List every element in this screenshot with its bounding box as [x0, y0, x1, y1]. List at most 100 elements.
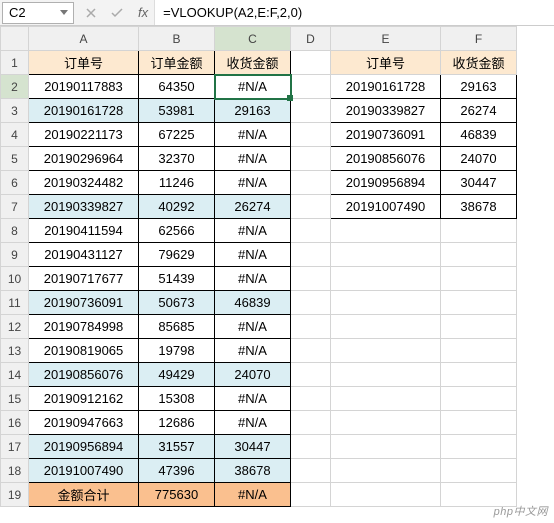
row-header-1[interactable]: 1: [1, 51, 29, 75]
cell-D10[interactable]: [291, 267, 331, 291]
row-header-7[interactable]: 7: [1, 195, 29, 219]
cell-order[interactable]: 20190339827: [29, 195, 139, 219]
cell-amount[interactable]: 49429: [139, 363, 215, 387]
header-amount[interactable]: 订单金额: [139, 51, 215, 75]
cell-D18[interactable]: [291, 459, 331, 483]
col-header-A[interactable]: A: [29, 27, 139, 51]
cell-amount[interactable]: 53981: [139, 99, 215, 123]
row-header-5[interactable]: 5: [1, 147, 29, 171]
name-box-dropdown-icon[interactable]: [57, 6, 71, 20]
lookup-header-recv[interactable]: 收货金额: [441, 51, 517, 75]
fx-icon[interactable]: fx: [138, 5, 148, 20]
cell-order[interactable]: 20190296964: [29, 147, 139, 171]
cell-amount[interactable]: 12686: [139, 411, 215, 435]
cell-E17[interactable]: [331, 435, 441, 459]
row-header-12[interactable]: 12: [1, 315, 29, 339]
cell-F12[interactable]: [441, 315, 517, 339]
cell-F13[interactable]: [441, 339, 517, 363]
cell-E13[interactable]: [331, 339, 441, 363]
cell-amount[interactable]: 15308: [139, 387, 215, 411]
row-header-6[interactable]: 6: [1, 171, 29, 195]
cell-recv[interactable]: 26274: [215, 195, 291, 219]
cell-amount[interactable]: 85685: [139, 315, 215, 339]
cell-D2[interactable]: [291, 75, 331, 99]
cell-E14[interactable]: [331, 363, 441, 387]
cell-order[interactable]: 20190856076: [29, 363, 139, 387]
row-header-16[interactable]: 16: [1, 411, 29, 435]
cell-recv[interactable]: #N/A: [215, 339, 291, 363]
cell-order[interactable]: 20190947663: [29, 411, 139, 435]
cell-order[interactable]: 20190736091: [29, 291, 139, 315]
cell-order[interactable]: 20190161728: [29, 99, 139, 123]
cell-recv[interactable]: 30447: [215, 435, 291, 459]
lookup-order[interactable]: 20190956894: [331, 171, 441, 195]
cell-amount[interactable]: 31557: [139, 435, 215, 459]
cell-F15[interactable]: [441, 387, 517, 411]
lookup-order[interactable]: 20190161728: [331, 75, 441, 99]
cell-amount[interactable]: 79629: [139, 243, 215, 267]
cell-E9[interactable]: [331, 243, 441, 267]
cell-order[interactable]: 20190431127: [29, 243, 139, 267]
cell-amount[interactable]: 11246: [139, 171, 215, 195]
cell-order[interactable]: 20190717677: [29, 267, 139, 291]
row-header-13[interactable]: 13: [1, 339, 29, 363]
cell-F11[interactable]: [441, 291, 517, 315]
lookup-order[interactable]: 20190736091: [331, 123, 441, 147]
cell-order[interactable]: 20190956894: [29, 435, 139, 459]
lookup-order[interactable]: 20190339827: [331, 99, 441, 123]
cell-D12[interactable]: [291, 315, 331, 339]
cell-D11[interactable]: [291, 291, 331, 315]
cell-amount[interactable]: 62566: [139, 219, 215, 243]
cancel-icon[interactable]: [82, 4, 100, 22]
cell-order[interactable]: 20190117883: [29, 75, 139, 99]
cell-D7[interactable]: [291, 195, 331, 219]
total-label[interactable]: 金额合计: [29, 483, 139, 507]
cell-E8[interactable]: [331, 219, 441, 243]
cell-order[interactable]: 20190221173: [29, 123, 139, 147]
cell-F17[interactable]: [441, 435, 517, 459]
lookup-recv[interactable]: 30447: [441, 171, 517, 195]
cell-recv[interactable]: #N/A: [215, 267, 291, 291]
lookup-recv[interactable]: 24070: [441, 147, 517, 171]
select-all-corner[interactable]: [1, 27, 29, 51]
lookup-recv[interactable]: 29163: [441, 75, 517, 99]
cell-recv[interactable]: 38678: [215, 459, 291, 483]
cell-recv[interactable]: #N/A: [215, 219, 291, 243]
row-header-11[interactable]: 11: [1, 291, 29, 315]
cell-D9[interactable]: [291, 243, 331, 267]
row-header-19[interactable]: 19: [1, 483, 29, 507]
cell-F9[interactable]: [441, 243, 517, 267]
row-header-9[interactable]: 9: [1, 243, 29, 267]
cell-D3[interactable]: [291, 99, 331, 123]
cell-amount[interactable]: 47396: [139, 459, 215, 483]
cell-recv[interactable]: #N/A: [215, 171, 291, 195]
cell-amount[interactable]: 32370: [139, 147, 215, 171]
row-header-2[interactable]: 2: [1, 75, 29, 99]
col-header-C[interactable]: C: [215, 27, 291, 51]
row-header-10[interactable]: 10: [1, 267, 29, 291]
cell-amount[interactable]: 64350: [139, 75, 215, 99]
cell-recv[interactable]: #N/A: [215, 315, 291, 339]
cell-D6[interactable]: [291, 171, 331, 195]
cell-recv[interactable]: #N/A: [215, 75, 291, 99]
lookup-recv[interactable]: 26274: [441, 99, 517, 123]
cell-recv[interactable]: #N/A: [215, 387, 291, 411]
cell-order[interactable]: 20191007490: [29, 459, 139, 483]
cell-recv[interactable]: 24070: [215, 363, 291, 387]
confirm-icon[interactable]: [108, 4, 126, 22]
lookup-recv[interactable]: 46839: [441, 123, 517, 147]
cell-order[interactable]: 20190324482: [29, 171, 139, 195]
cell-order[interactable]: 20190784998: [29, 315, 139, 339]
lookup-order[interactable]: 20191007490: [331, 195, 441, 219]
cell-recv[interactable]: 46839: [215, 291, 291, 315]
row-header-4[interactable]: 4: [1, 123, 29, 147]
cell-recv[interactable]: #N/A: [215, 147, 291, 171]
cell-E11[interactable]: [331, 291, 441, 315]
cell-recv[interactable]: #N/A: [215, 243, 291, 267]
row-header-14[interactable]: 14: [1, 363, 29, 387]
lookup-recv[interactable]: 38678: [441, 195, 517, 219]
cell-E15[interactable]: [331, 387, 441, 411]
cell-order[interactable]: 20190819065: [29, 339, 139, 363]
cell-D13[interactable]: [291, 339, 331, 363]
cell-E18[interactable]: [331, 459, 441, 483]
